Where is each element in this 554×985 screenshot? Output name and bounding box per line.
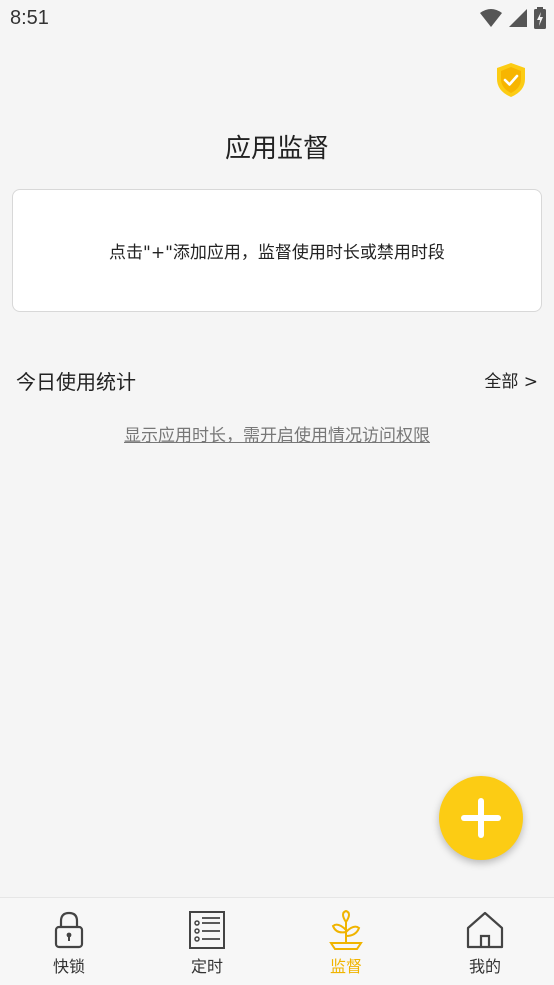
nav-label: 我的	[468, 957, 501, 976]
status-icons	[480, 7, 546, 29]
page-title: 应用监督	[224, 134, 329, 164]
view-all-link[interactable]: 全部 >	[484, 367, 538, 392]
status-time: 8:51	[10, 7, 49, 29]
wifi-icon	[480, 9, 502, 27]
nav-item-supervise[interactable]: 监督	[277, 898, 415, 985]
nav-item-quick-lock[interactable]: 快锁	[0, 898, 138, 985]
shield-check-icon[interactable]	[495, 62, 527, 98]
lock-icon	[54, 911, 84, 949]
usage-permission-link[interactable]: 显示应用时长，需开启使用情况访问权限	[0, 421, 554, 446]
bottom-nav: 快锁 定时 监督 我的	[0, 897, 554, 985]
list-icon	[189, 911, 225, 949]
status-bar: 8:51	[0, 0, 554, 38]
nav-item-mine[interactable]: 我的	[416, 898, 554, 985]
sprout-icon	[329, 910, 363, 950]
nav-label: 定时	[190, 957, 223, 976]
nav-item-timer[interactable]: 定时	[138, 898, 276, 985]
nav-label: 快锁	[52, 957, 85, 976]
add-app-button[interactable]	[439, 776, 523, 860]
home-icon	[466, 911, 504, 949]
stats-title: 今日使用统计	[16, 370, 136, 394]
plus-icon	[461, 798, 501, 838]
nav-label: 监督	[329, 957, 362, 976]
battery-icon	[534, 7, 546, 29]
signal-icon	[509, 9, 527, 27]
hint-card[interactable]: 点击"+"添加应用，监督使用时长或禁用时段	[12, 189, 542, 312]
hint-text: 点击"+"添加应用，监督使用时长或禁用时段	[109, 243, 445, 263]
